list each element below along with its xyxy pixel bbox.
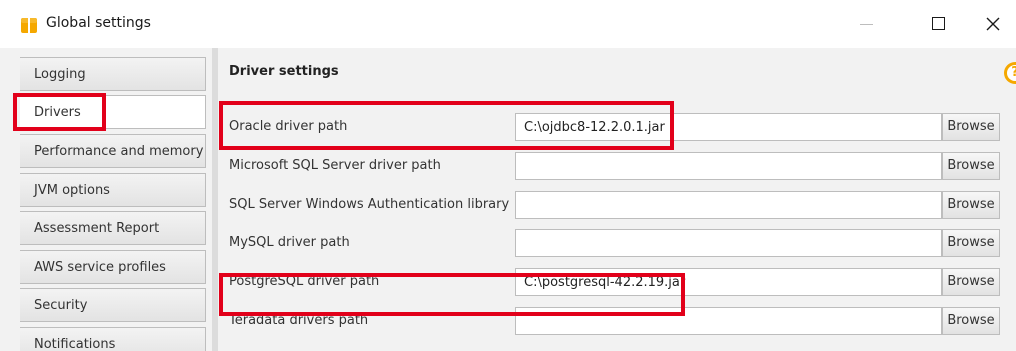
window-title: Global settings [46,15,151,31]
postgresql-driver-path-input[interactable] [515,268,942,296]
settings-sidebar: Logging Drivers Performance and memory J… [0,48,212,351]
sqlserver-auth-browse-button[interactable]: Browse [942,191,1000,219]
teradata-driver-path-input[interactable] [515,307,942,335]
teradata-driver-label: Teradata drivers path [229,313,369,328]
sidebar-item-logging[interactable]: Logging [20,57,206,91]
mysql-browse-button[interactable]: Browse [942,229,1000,257]
oracle-driver-path-input[interactable] [515,113,942,141]
maximize-button[interactable] [916,0,962,48]
sidebar-item-notifications[interactable]: Notifications [20,327,206,351]
mssql-driver-row: Microsoft SQL Server driver path Browse [218,149,1016,183]
oracle-browse-button[interactable]: Browse [942,113,1000,141]
teradata-browse-button[interactable]: Browse [942,307,1000,335]
mssql-driver-label: Microsoft SQL Server driver path [229,158,441,173]
driver-settings-panel: Driver settings ? Oracle driver path Bro… [218,48,1016,351]
help-symbol: ? [1004,62,1016,84]
postgresql-driver-label: PostgreSQL driver path [229,274,380,289]
sidebar-item-jvm-options[interactable]: JVM options [20,173,206,207]
section-title: Driver settings [229,64,339,79]
mssql-browse-button[interactable]: Browse [942,152,1000,180]
sqlserver-auth-library-row: SQL Server Windows Authentication librar… [218,188,1016,222]
mssql-driver-path-input[interactable] [515,152,942,180]
minimize-button[interactable] [844,0,890,48]
oracle-driver-label: Oracle driver path [229,119,348,134]
sidebar-item-drivers[interactable]: Drivers [20,95,206,129]
app-box-icon [20,16,38,34]
help-icon[interactable]: ? [1004,62,1016,84]
title-bar: Global settings [0,0,1016,49]
sidebar-item-assessment-report[interactable]: Assessment Report [20,211,206,245]
sidebar-item-performance-and-memory[interactable]: Performance and memory [20,134,206,168]
mysql-driver-path-input[interactable] [515,229,942,257]
global-settings-window: Global settings Logging Drivers Performa… [0,0,1016,351]
sqlserver-auth-library-input[interactable] [515,191,942,219]
sidebar-item-aws-service-profiles[interactable]: AWS service profiles [20,250,206,284]
close-icon [986,17,1000,31]
teradata-driver-row: Teradata drivers path Browse [218,304,1016,338]
mysql-driver-row: MySQL driver path Browse [218,226,1016,260]
mysql-driver-label: MySQL driver path [229,235,350,250]
sqlserver-auth-library-label: SQL Server Windows Authentication librar… [229,197,510,212]
postgresql-driver-row: PostgreSQL driver path Browse [218,265,1016,299]
postgresql-browse-button[interactable]: Browse [942,268,1000,296]
close-button[interactable] [970,0,1016,48]
oracle-driver-row: Oracle driver path Browse [218,110,1016,144]
sidebar-item-security[interactable]: Security [20,288,206,322]
